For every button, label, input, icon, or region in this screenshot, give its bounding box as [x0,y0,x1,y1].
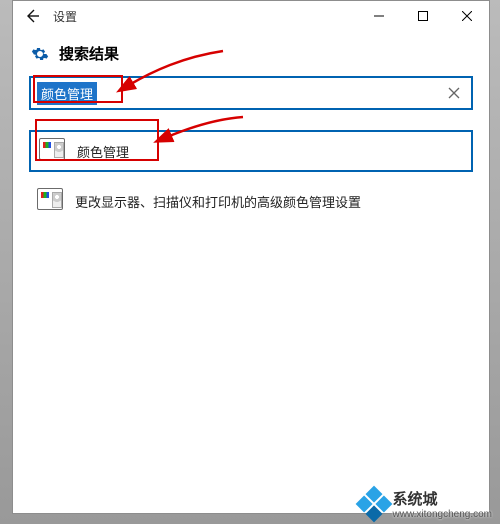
result-item-color-management[interactable]: 颜色管理 [29,130,473,172]
result-label: 更改显示器、扫描仪和打印机的高级颜色管理设置 [75,192,361,211]
control-panel-icon [37,188,63,214]
watermark-name: 系统城 [393,491,438,508]
control-panel-icon [39,138,65,164]
search-results: 颜色管理 更改显示器、扫描仪和打印机的高级颜色管理设置 [29,130,473,220]
watermark-logo-icon [355,486,392,523]
window-title: 设置 [53,8,77,25]
page-heading: 搜索结果 [59,43,119,64]
search-box[interactable]: 颜色管理 [29,76,473,110]
minimize-button[interactable] [357,1,401,31]
close-button[interactable] [445,1,489,31]
watermark-url: www.xitongcheng.com [393,509,493,520]
watermark: 系统城 www.xitongcheng.com [361,488,493,520]
titlebar: 设置 [13,1,489,31]
search-input-value[interactable]: 颜色管理 [37,82,97,105]
settings-window: 设置 搜索结果 [12,0,490,514]
back-button[interactable] [19,3,45,29]
gear-icon [31,45,49,63]
maximize-button[interactable] [401,1,445,31]
clear-search-button[interactable] [437,78,471,108]
result-item-advanced-color-settings[interactable]: 更改显示器、扫描仪和打印机的高级颜色管理设置 [29,182,473,220]
result-label: 颜色管理 [77,142,129,161]
